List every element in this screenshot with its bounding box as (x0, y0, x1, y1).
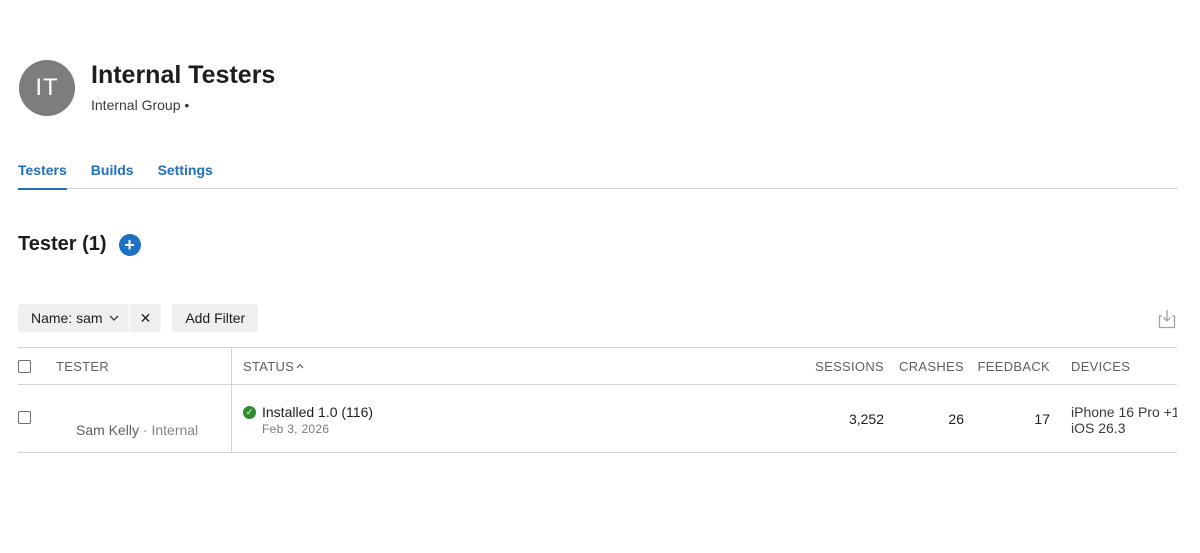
testers-table: TESTER STATUS SESSIONS CRASHES FEEDBACK … (18, 347, 1177, 453)
header-check-cell (18, 348, 56, 384)
column-header-tester[interactable]: TESTER (56, 348, 232, 384)
feedback-value: 17 (1034, 411, 1050, 427)
download-button[interactable] (1158, 309, 1176, 329)
section-header: Tester (1) + (18, 233, 141, 256)
chevron-down-icon (109, 313, 119, 324)
column-label-tester: TESTER (56, 358, 110, 374)
device-name: iPhone 16 Pro +1 (1071, 404, 1177, 420)
crashes-value: 26 (948, 411, 964, 427)
row-checkbox[interactable] (18, 411, 31, 424)
tester-cell: Sam Kelly · Internal (56, 385, 232, 452)
title-block: Internal Testers Internal Group • (91, 60, 275, 113)
select-all-checkbox[interactable] (18, 359, 31, 373)
add-filter-button[interactable]: Add Filter (172, 304, 259, 332)
status-line: ✓ Installed 1.0 (116) (243, 404, 805, 420)
column-header-devices[interactable]: DEVICES (1050, 348, 1177, 384)
name-filter-button[interactable]: Name: sam (18, 310, 129, 326)
status-date: Feb 3, 2026 (262, 422, 330, 436)
status-text: Installed 1.0 (116) (262, 404, 374, 420)
device-os: iOS 26.3 (1071, 420, 1126, 436)
sessions-value: 3,252 (848, 411, 884, 427)
tester-type: · Internal (142, 422, 199, 438)
column-label-status: STATUS (243, 358, 295, 374)
column-header-sessions[interactable]: SESSIONS (805, 348, 884, 384)
status-cell: ✓ Installed 1.0 (116) Feb 3, 2026 (232, 385, 805, 452)
row-check-cell (18, 385, 56, 452)
group-subtitle: Internal Group • (91, 97, 190, 113)
name-filter-chip: Name: sam ✕ (18, 304, 162, 332)
section-title: Tester (1) (18, 233, 107, 255)
clear-filter-button[interactable]: ✕ (130, 310, 162, 327)
close-icon: ✕ (139, 309, 152, 326)
column-header-feedback[interactable]: FEEDBACK (964, 348, 1050, 384)
page-title: Internal Testers (91, 61, 276, 89)
column-header-crashes[interactable]: CRASHES (884, 348, 964, 384)
add-tester-button[interactable]: + (118, 233, 141, 256)
download-icon (1158, 310, 1176, 329)
table-header-row: TESTER STATUS SESSIONS CRASHES FEEDBACK … (18, 347, 1177, 385)
devices-cell: iPhone 16 Pro +1 iOS 26.3 (1050, 385, 1177, 452)
group-header: IT Internal Testers Internal Group • (19, 60, 275, 116)
sort-ascending-icon (296, 361, 304, 371)
table-row[interactable]: Sam Kelly · Internal ✓ Installed 1.0 (11… (18, 385, 1177, 453)
plus-icon: + (124, 234, 135, 255)
tab-settings[interactable]: Settings (158, 162, 213, 189)
tester-name[interactable]: Sam Kelly (56, 422, 139, 438)
tab-testers[interactable]: Testers (18, 162, 67, 190)
tab-builds[interactable]: Builds (91, 162, 134, 189)
filter-bar: Name: sam ✕ Add Filter (18, 304, 259, 332)
tab-bar: Testers Builds Settings (18, 162, 1178, 190)
avatar: IT (19, 60, 75, 116)
name-filter-label: Name: sam (31, 310, 103, 326)
checkmark-circle-icon: ✓ (243, 405, 256, 419)
column-header-status[interactable]: STATUS (232, 348, 805, 384)
